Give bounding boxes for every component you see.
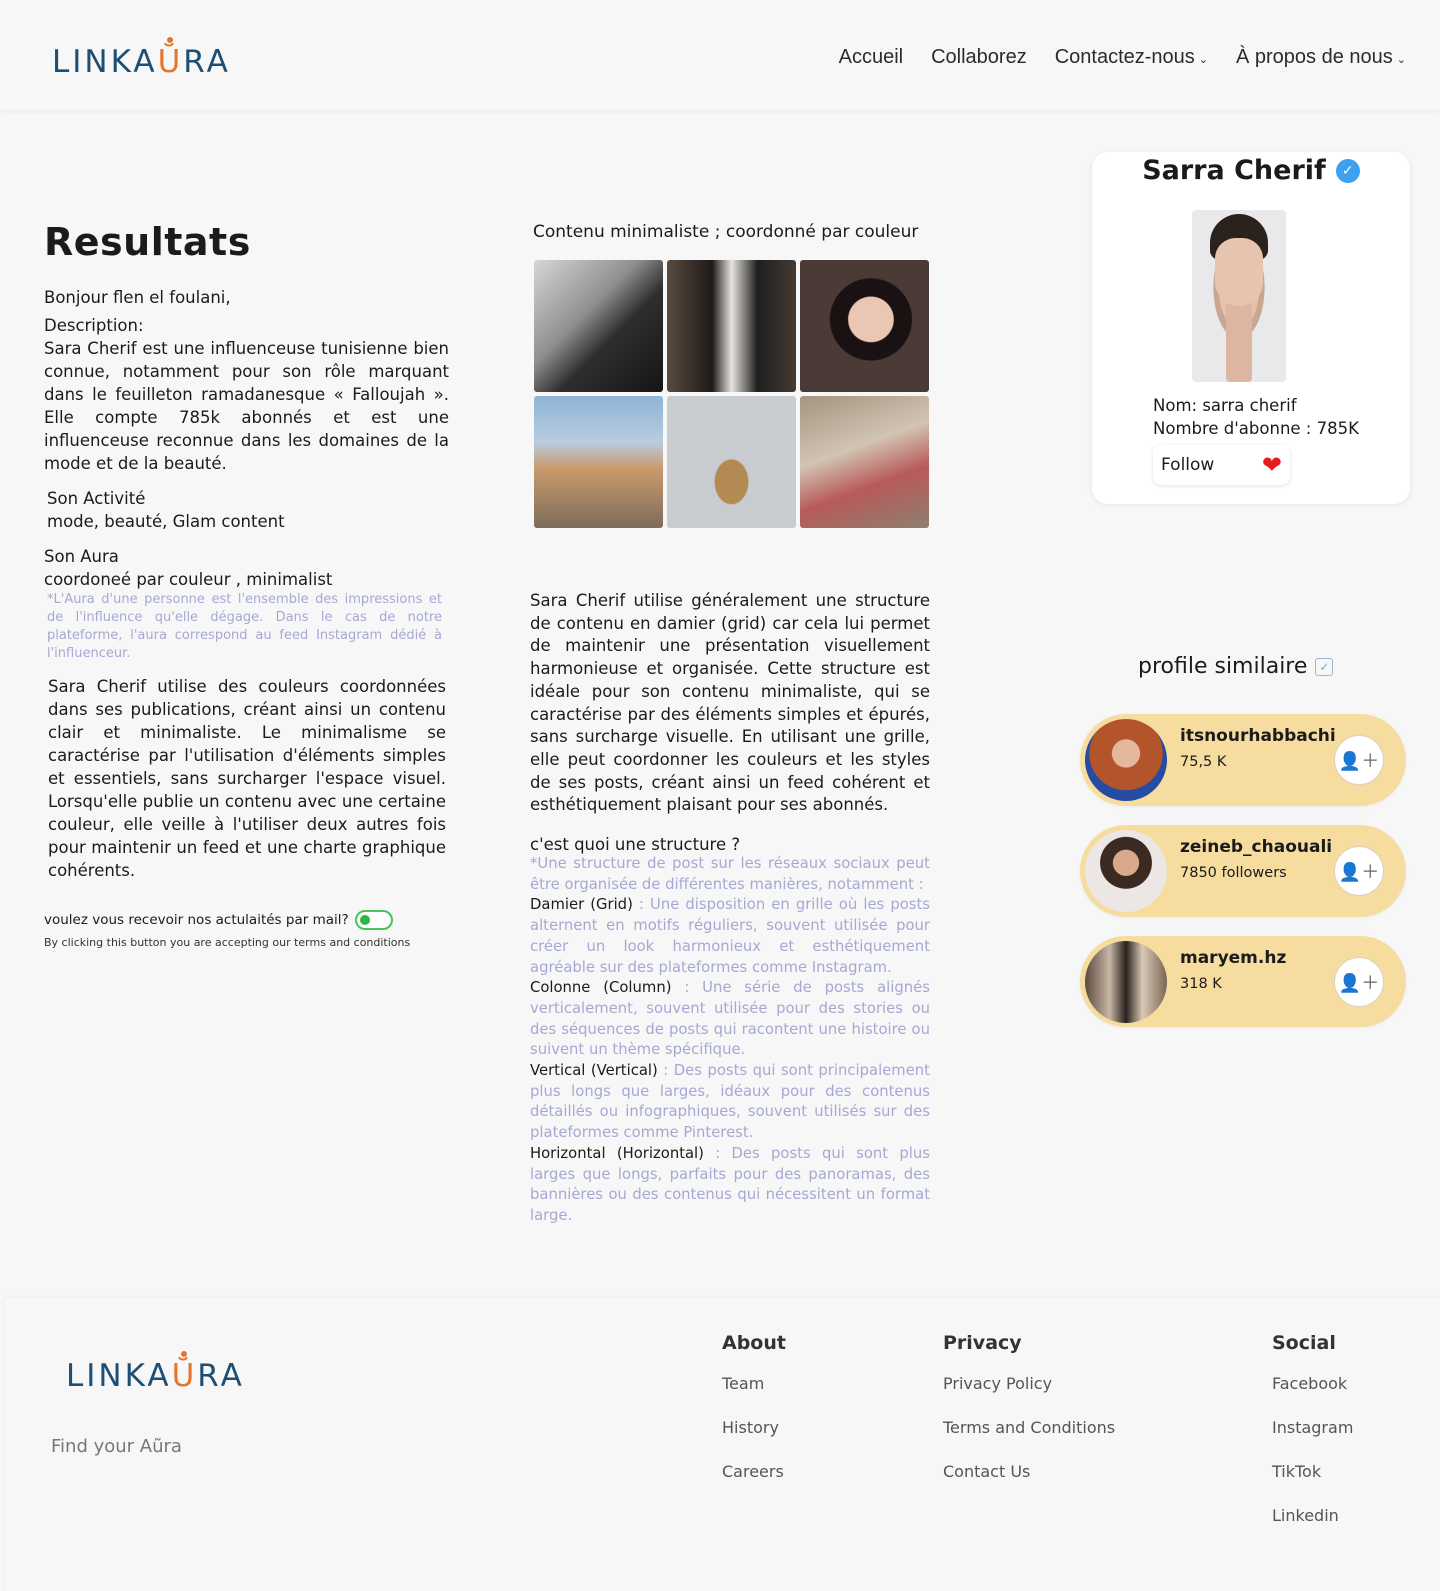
structure-question: c'est quoi une structure ? — [530, 835, 741, 855]
feed-caption: Contenu minimaliste ; coordonné par coul… — [533, 222, 919, 242]
structure-intro: *Une structure de post sur les réseaux s… — [530, 855, 930, 893]
activity-value: mode, beauté, Glam content — [47, 512, 285, 531]
footer-column-title: Privacy — [943, 1332, 1022, 1354]
description-label: Description: — [44, 316, 144, 335]
similar-profile-name: zeineb_chaouali — [1180, 837, 1333, 857]
brand-logo[interactable]: LINKA Ŭ RA — [52, 44, 231, 80]
profile-info: Nom: sarra cherif Nombre d'abonne : 785K — [1153, 394, 1359, 440]
aura-value: coordoneé par couleur , minimalist — [44, 570, 333, 589]
footer-link-tiktok[interactable]: TikTok — [1272, 1461, 1353, 1505]
profile-subscribers: Nombre d'abonne : 785K — [1153, 419, 1359, 438]
terms-text: By clicking this button you are acceptin… — [44, 936, 411, 949]
feed-photo[interactable] — [534, 260, 663, 392]
site-footer: LINKA Ŭ RA Find your Aũra About Team Histo… — [4, 1298, 1440, 1591]
structure-explainer: *Une structure de post sur les réseaux s… — [530, 854, 930, 1227]
feed-grid — [534, 260, 929, 528]
footer-link-linkedin[interactable]: Linkedin — [1272, 1505, 1353, 1549]
add-user-icon[interactable]: 👤＋ — [1334, 957, 1384, 1007]
similar-profile-item[interactable]: maryem.hz 318 K 👤＋ — [1080, 936, 1406, 1027]
footer-link-careers[interactable]: Careers — [722, 1461, 786, 1505]
feed-photo[interactable] — [800, 396, 929, 528]
similar-profile-item[interactable]: zeineb_chaouali 7850 followers 👤＋ — [1080, 825, 1406, 917]
similar-profiles-title: profile similaire ✓ — [1138, 654, 1334, 679]
similar-profile-item[interactable]: itsnourhabbachi 75,5 K 👤＋ — [1080, 714, 1406, 806]
avatar — [1085, 830, 1167, 912]
footer-column-title: Social — [1272, 1332, 1336, 1354]
newsletter-row: voulez vous recevoir nos actulaités par … — [44, 910, 449, 930]
results-panel: Resultats Bonjour flen el foulani, Descr… — [44, 220, 449, 949]
footer-logo[interactable]: LINKA Ŭ RA — [66, 1358, 245, 1394]
footer-column-privacy: Privacy Privacy Policy Terms and Conditi… — [943, 1332, 1115, 1505]
footer-link-privacy-policy[interactable]: Privacy Policy — [943, 1373, 1115, 1417]
footer-link-terms[interactable]: Terms and Conditions — [943, 1417, 1115, 1461]
nav-item-a-propos[interactable]: À propos de nous ⌄ — [1236, 46, 1406, 69]
verified-icon: ✓ — [1335, 158, 1360, 183]
add-user-icon[interactable]: 👤＋ — [1334, 735, 1384, 785]
aura-note: *L'Aura d'une personne est l'ensemble de… — [47, 592, 442, 661]
description-text: Sara Cherif est une influenceuse tunisie… — [44, 339, 449, 473]
footer-tagline: Find your Aũra — [51, 1436, 182, 1457]
main-nav: Accueil Collaborez Contactez-nous ⌄ À pro… — [839, 46, 1406, 69]
feed-panel: Contenu minimaliste ; coordonné par coul… — [530, 222, 930, 1227]
profile-card: Sarra Cherif ✓ Nom: sarra cherif Nombre … — [1092, 152, 1410, 504]
structure-key: Horizontal (Horizontal) — [530, 1144, 704, 1162]
feed-photo[interactable] — [667, 260, 796, 392]
footer-column-title: About — [722, 1332, 786, 1354]
footer-link-history[interactable]: History — [722, 1417, 786, 1461]
chevron-down-icon: ⌄ — [1396, 54, 1406, 66]
feed-photo[interactable] — [667, 396, 796, 528]
similar-profile-count: 7850 followers — [1180, 865, 1287, 881]
profile-name: Sarra Cherif — [1142, 155, 1326, 186]
follow-label: Follow — [1161, 455, 1215, 475]
nav-item-contactez-nous[interactable]: Contactez-nous ⌄ — [1055, 46, 1208, 69]
aura-label: Son Aura — [44, 547, 119, 566]
nav-item-accueil[interactable]: Accueil — [839, 46, 903, 69]
structure-key: Colonne (Column) — [530, 979, 672, 997]
similar-profiles-list: itsnourhabbachi 75,5 K 👤＋ zeineb_chaoual… — [1080, 714, 1406, 1046]
feed-photo[interactable] — [534, 396, 663, 528]
nav-item-collaborez[interactable]: Collaborez — [931, 46, 1027, 69]
greeting: Bonjour flen el foulani, — [44, 288, 231, 307]
feed-description: Sara Cherif utilise généralement une str… — [530, 591, 930, 815]
add-user-icon[interactable]: 👤＋ — [1334, 846, 1384, 896]
footer-link-facebook[interactable]: Facebook — [1272, 1373, 1353, 1417]
similar-profile-count: 75,5 K — [1180, 754, 1227, 770]
newsletter-label: voulez vous recevoir nos actulaités par … — [44, 912, 349, 928]
avatar — [1085, 941, 1167, 1023]
footer-column-about: About Team History Careers — [722, 1332, 786, 1505]
structure-key: Vertical (Vertical) — [530, 1062, 658, 1080]
structure-key: Damier (Grid) — [530, 896, 633, 914]
avatar — [1085, 719, 1167, 801]
checkbox-icon: ✓ — [1315, 657, 1334, 676]
profile-name-row: Sarra Cherif ✓ — [1092, 155, 1410, 186]
color-paragraph: Sara Cherif utilise des couleurs coordon… — [48, 677, 446, 880]
follow-button[interactable]: Follow ❤ — [1153, 445, 1290, 485]
similar-profile-name: maryem.hz — [1180, 948, 1287, 968]
similar-profile-count: 318 K — [1180, 976, 1222, 992]
footer-link-team[interactable]: Team — [722, 1373, 786, 1417]
footer-link-instagram[interactable]: Instagram — [1272, 1417, 1353, 1461]
heart-icon: ❤ — [1261, 451, 1282, 479]
similar-profile-name: itsnourhabbachi — [1180, 726, 1336, 746]
footer-link-contact[interactable]: Contact Us — [943, 1461, 1115, 1505]
page-title: Resultats — [44, 220, 251, 264]
site-header: LINKA Ŭ RA Accueil Collaborez Contactez-no… — [0, 0, 1440, 110]
profile-name-line: Nom: sarra cherif — [1153, 396, 1297, 415]
footer-column-social: Social Facebook Instagram TikTok Linkedi… — [1272, 1332, 1353, 1549]
profile-photo — [1192, 210, 1286, 382]
feed-photo[interactable] — [800, 260, 929, 392]
newsletter-toggle[interactable] — [354, 910, 393, 930]
activity-label: Son Activité — [47, 489, 146, 508]
chevron-down-icon: ⌄ — [1198, 54, 1208, 66]
